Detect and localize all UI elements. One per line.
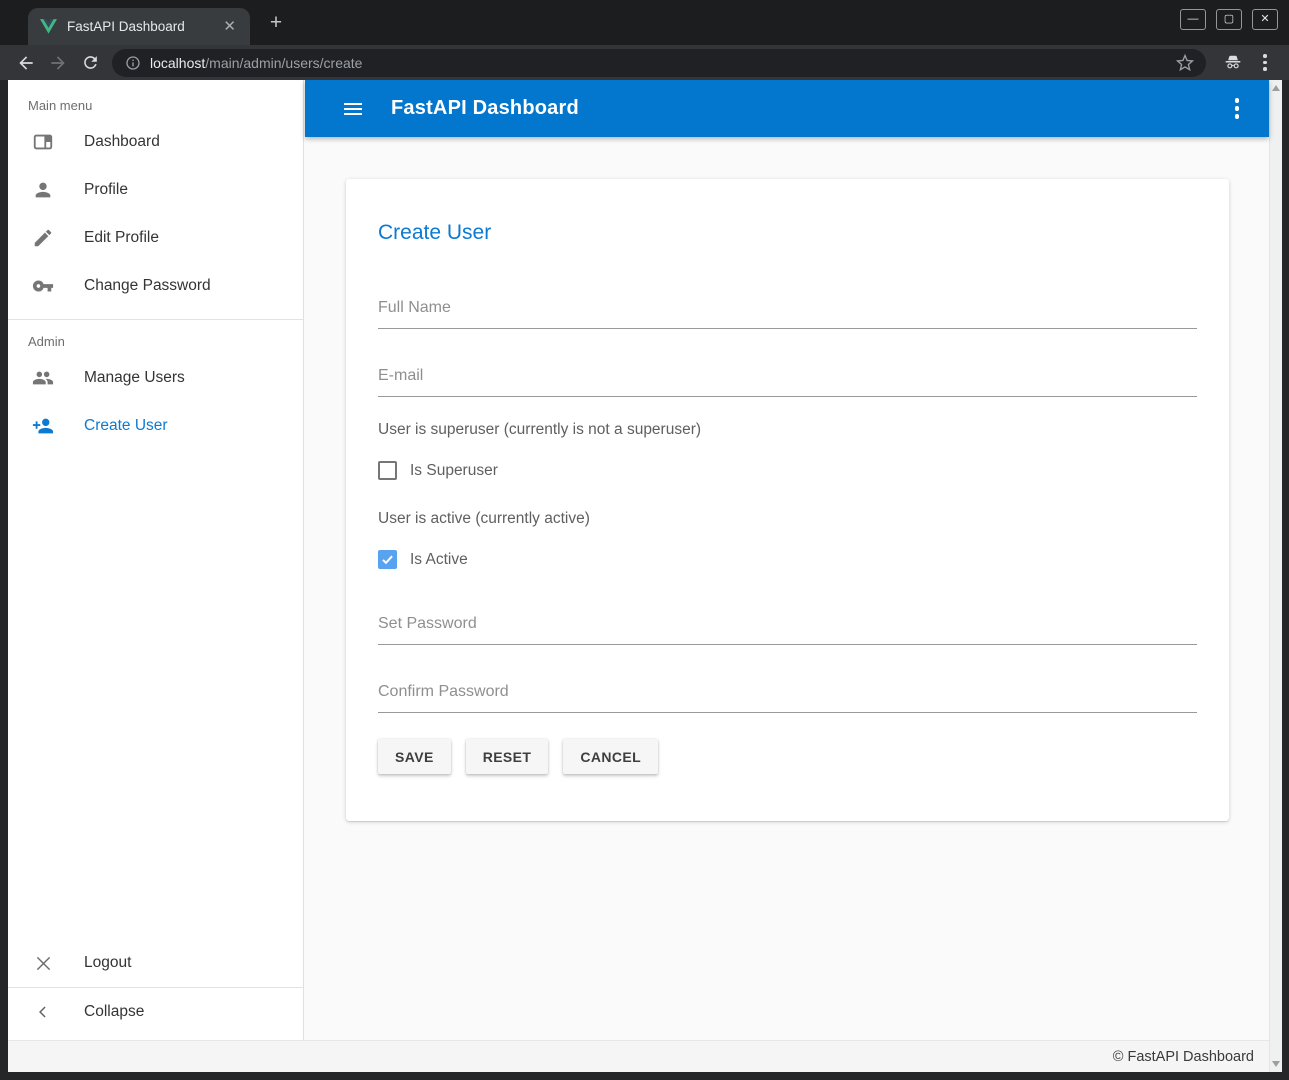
confirm-password-field-wrap <box>378 683 1197 713</box>
person-icon <box>31 178 55 202</box>
vue-logo-icon <box>40 19 57 34</box>
sidebar-item-logout[interactable]: Logout <box>8 939 303 987</box>
app-title: FastAPI Dashboard <box>391 97 579 120</box>
app-footer: © FastAPI Dashboard <box>8 1040 1269 1072</box>
sidebar-item-label: Logout <box>84 954 131 972</box>
url-host: localhost <box>150 55 205 71</box>
close-button[interactable]: ✕ <box>1252 9 1278 30</box>
save-button[interactable]: SAVE <box>378 739 451 774</box>
sidebar: Main menu Dashboard Profile Edit Profile <box>8 80 304 1040</box>
browser-address-bar: localhost/main/admin/users/create <box>0 45 1289 80</box>
main-area: FastAPI Dashboard Create User User is su… <box>305 80 1269 1040</box>
is-superuser-checkbox-row[interactable]: Is Superuser <box>378 461 1197 480</box>
sidebar-item-label: Manage Users <box>84 369 185 387</box>
sidebar-item-profile[interactable]: Profile <box>8 166 303 214</box>
footer-text: © FastAPI Dashboard <box>1113 1049 1254 1065</box>
sidebar-item-dashboard[interactable]: Dashboard <box>8 118 303 166</box>
dashboard-icon <box>31 130 55 154</box>
browser-menu-icon[interactable] <box>1256 54 1274 72</box>
vertical-scrollbar[interactable] <box>1269 80 1282 1072</box>
sidebar-item-create-user[interactable]: Create User <box>8 402 303 450</box>
full-name-field-wrap <box>378 299 1197 329</box>
reload-icon[interactable] <box>80 53 100 73</box>
sidebar-bottom: Logout Collapse <box>8 939 303 1040</box>
app-bar: FastAPI Dashboard <box>305 80 1269 137</box>
sidebar-item-label: Edit Profile <box>84 229 159 247</box>
browser-tab[interactable]: FastAPI Dashboard ✕ <box>28 8 250 45</box>
checkbox-label: Is Active <box>410 551 468 569</box>
forward-icon[interactable] <box>48 53 68 73</box>
key-icon <box>31 274 55 298</box>
superuser-hint: User is superuser (currently is not a su… <box>378 421 1197 439</box>
url-text[interactable]: localhost/main/admin/users/create <box>150 55 1176 71</box>
url-bar[interactable]: localhost/main/admin/users/create <box>112 49 1206 77</box>
bookmark-star-icon[interactable] <box>1176 54 1194 72</box>
is-active-checkbox[interactable] <box>378 550 397 569</box>
tab-close-icon[interactable]: ✕ <box>219 17 240 36</box>
sidebar-item-change-password[interactable]: Change Password <box>8 262 303 310</box>
cancel-button[interactable]: CANCEL <box>563 739 658 774</box>
sidebar-item-label: Change Password <box>84 277 211 295</box>
tab-title: FastAPI Dashboard <box>67 19 219 34</box>
set-password-input[interactable] <box>378 615 1197 645</box>
incognito-icon <box>1224 54 1242 72</box>
sidebar-item-label: Profile <box>84 181 128 199</box>
sidebar-section-main-menu: Main menu <box>8 80 303 118</box>
sidebar-item-label: Create User <box>84 417 168 435</box>
sidebar-section-admin: Admin <box>8 320 303 354</box>
close-x-icon <box>31 951 55 975</box>
scrollbar-up-icon[interactable] <box>1272 85 1280 91</box>
checkbox-label: Is Superuser <box>410 462 498 480</box>
active-hint: User is active (currently active) <box>378 510 1197 528</box>
chevron-left-icon <box>31 1000 55 1024</box>
page-info-icon[interactable] <box>124 54 142 72</box>
scrollbar-down-icon[interactable] <box>1272 1061 1280 1067</box>
people-icon <box>31 366 55 390</box>
form-actions: SAVE RESET CANCEL <box>378 739 1197 774</box>
person-add-icon <box>31 414 55 438</box>
sidebar-item-edit-profile[interactable]: Edit Profile <box>8 214 303 262</box>
sidebar-item-manage-users[interactable]: Manage Users <box>8 354 303 402</box>
full-name-input[interactable] <box>378 299 1197 329</box>
is-active-checkbox-row[interactable]: Is Active <box>378 550 1197 569</box>
sidebar-item-label: Collapse <box>84 1003 144 1021</box>
app-menu-icon[interactable] <box>1229 92 1246 125</box>
back-icon[interactable] <box>16 53 36 73</box>
sidebar-item-label: Dashboard <box>84 133 160 151</box>
is-superuser-checkbox[interactable] <box>378 461 397 480</box>
browser-tab-bar: FastAPI Dashboard ✕ + — ▢ ✕ <box>0 0 1289 45</box>
hamburger-menu-icon[interactable] <box>341 97 365 121</box>
email-field-wrap <box>378 367 1197 397</box>
set-password-field-wrap <box>378 615 1197 645</box>
page-title: Create User <box>378 221 1197 245</box>
sidebar-item-collapse[interactable]: Collapse <box>8 988 303 1036</box>
pencil-icon <box>31 226 55 250</box>
minimize-button[interactable]: — <box>1180 9 1206 30</box>
url-path: /main/admin/users/create <box>205 55 362 71</box>
new-tab-button[interactable]: + <box>262 10 290 36</box>
create-user-card: Create User User is superuser (currently… <box>346 179 1229 821</box>
window-controls: — ▢ ✕ <box>1180 9 1278 30</box>
reset-button[interactable]: RESET <box>466 739 549 774</box>
app-window: Main menu Dashboard Profile Edit Profile <box>8 80 1282 1072</box>
email-input[interactable] <box>378 367 1197 397</box>
maximize-button[interactable]: ▢ <box>1216 9 1242 30</box>
confirm-password-input[interactable] <box>378 683 1197 713</box>
